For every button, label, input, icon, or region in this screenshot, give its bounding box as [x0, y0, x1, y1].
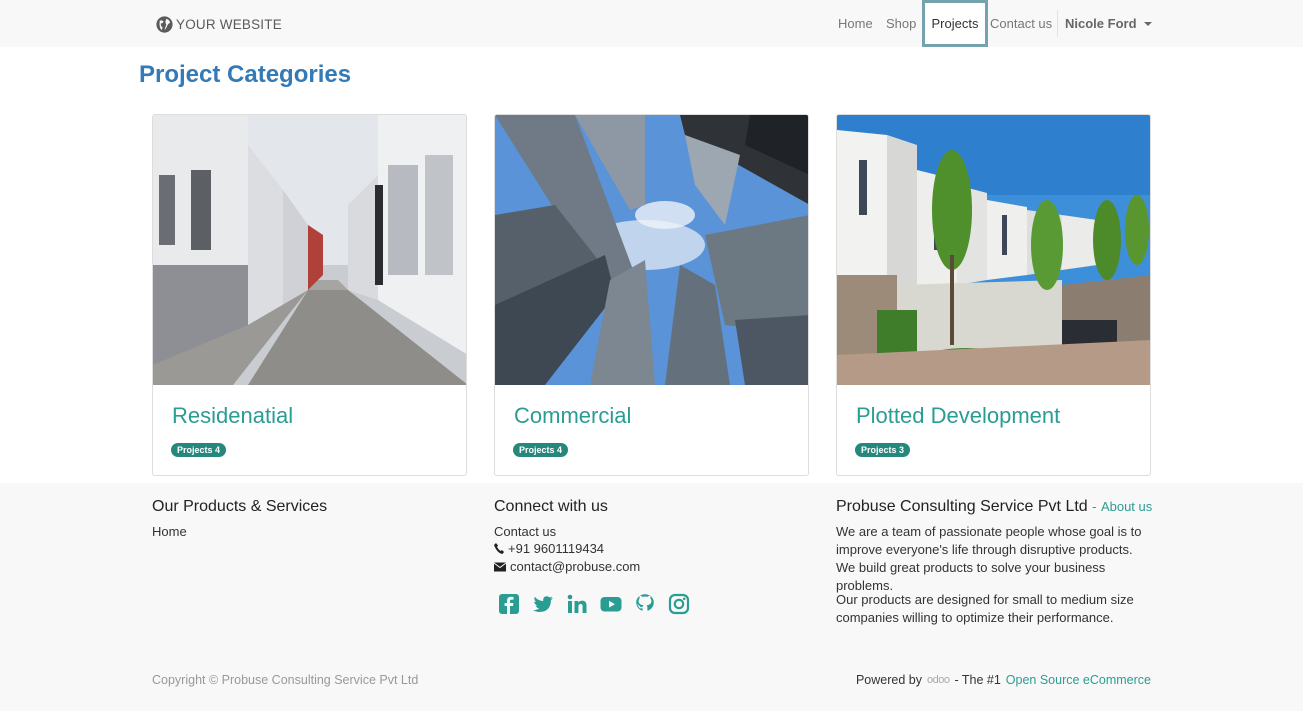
linkedin-icon[interactable] — [566, 593, 588, 615]
email-address: contact@probuse.com — [510, 559, 641, 574]
card-title[interactable]: Commercial — [514, 403, 631, 429]
nav-contact-us[interactable]: Contact us — [990, 0, 1052, 47]
footer-contact-link[interactable]: Contact us — [494, 523, 556, 541]
copyright-text: Copyright © Probuse Consulting Service P… — [152, 673, 419, 687]
category-card-plotted-development[interactable]: Plotted Development Projects 3 — [836, 114, 1151, 476]
phone-number: +91 9601119434 — [508, 541, 605, 556]
open-source-ecommerce-link[interactable]: Open Source eCommerce — [1006, 673, 1151, 687]
instagram-icon[interactable] — [668, 593, 690, 615]
social-links — [498, 593, 690, 615]
projects-count-badge: Projects 4 — [513, 443, 569, 457]
company-name: Probuse Consulting Service Pvt Ltd — [836, 498, 1088, 515]
footer-connect-heading: Connect with us — [494, 498, 608, 515]
odoo-logo[interactable]: odoo — [927, 674, 950, 686]
about-us-link[interactable]: About us — [1101, 499, 1152, 514]
powered-by: Powered by odoo - The #1 Open Source eCo… — [856, 673, 1151, 687]
footer-products-heading: Our Products & Services — [152, 498, 328, 515]
page-title: Project Categories — [139, 61, 352, 88]
facebook-icon[interactable] — [498, 593, 520, 615]
user-name: Nicole Ford — [1065, 16, 1137, 31]
footer-home-link[interactable]: Home — [152, 523, 187, 541]
powered-by-label: Powered by — [855, 673, 922, 687]
youtube-icon[interactable] — [600, 593, 622, 615]
chevron-down-icon — [1143, 21, 1152, 26]
company-description: We are a team of passionate people whose… — [836, 524, 1142, 593]
powered-by-middle: - The #1 — [954, 673, 1001, 687]
footer-company-heading: Probuse Consulting Service Pvt Ltd - Abo… — [836, 498, 1152, 516]
phone-icon — [494, 543, 504, 554]
brand-logo[interactable]: YOUR WEBSITE — [155, 13, 282, 35]
commercial-image — [495, 115, 808, 385]
heading-separator: - — [1092, 499, 1097, 514]
nav-divider — [1057, 10, 1058, 37]
projects-count-badge: Projects 4 — [171, 443, 227, 457]
plotted-development-image — [837, 115, 1150, 385]
github-icon[interactable] — [634, 593, 656, 615]
card-title[interactable]: Plotted Development — [856, 403, 1060, 429]
category-card-commercial[interactable]: Commercial Projects 4 — [494, 114, 809, 476]
nav-home[interactable]: Home — [838, 0, 873, 47]
twitter-icon[interactable] — [532, 593, 554, 615]
globe-icon — [156, 15, 173, 33]
nav-shop[interactable]: Shop — [886, 0, 916, 47]
footer-email: contact@probuse.com — [494, 559, 640, 574]
residential-image — [153, 115, 466, 385]
brand-text: YOUR WEBSITE — [176, 16, 282, 32]
projects-count-badge: Projects 3 — [855, 443, 911, 457]
category-card-residential[interactable]: Residenatial Projects 4 — [152, 114, 467, 476]
nav-projects[interactable]: Projects — [922, 0, 988, 47]
company-products-description: Our products are designed for small to m… — [836, 592, 1134, 625]
user-menu[interactable]: Nicole Ford — [1065, 0, 1152, 47]
card-title[interactable]: Residenatial — [172, 403, 293, 429]
footer-phone: +91 9601119434 — [494, 541, 604, 556]
top-navbar: YOUR WEBSITE Home Shop Projects Contact … — [0, 0, 1303, 47]
envelope-icon — [494, 562, 506, 571]
